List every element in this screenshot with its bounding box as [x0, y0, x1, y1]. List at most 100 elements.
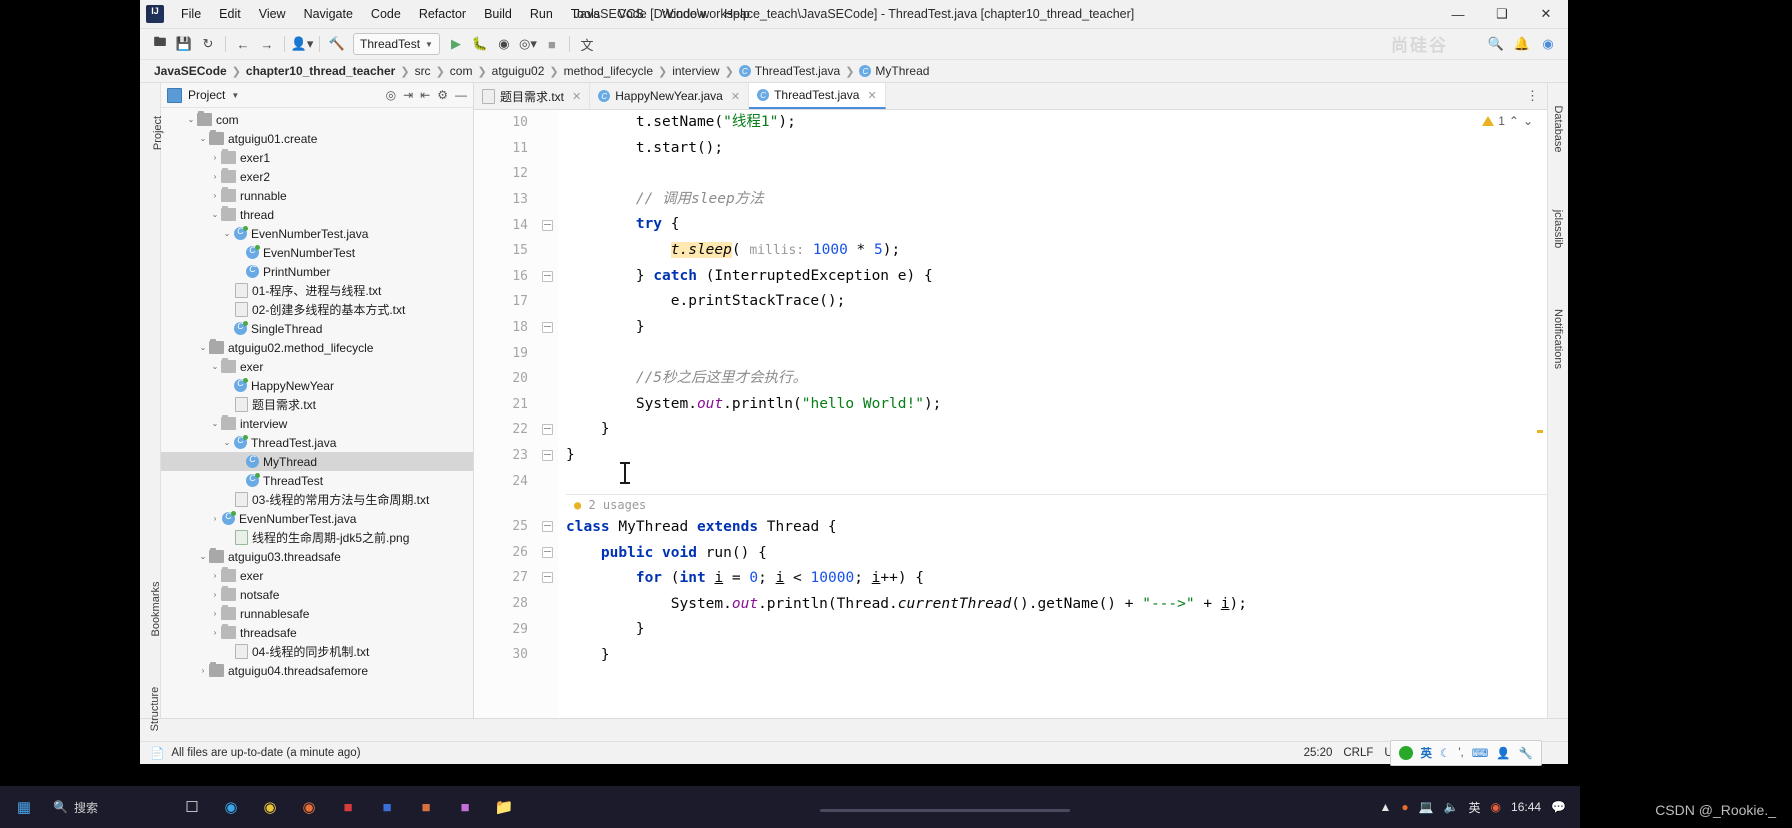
windows-start-icon[interactable]: ▦ [6, 789, 42, 825]
code-text[interactable]: t.setName("线程1"); t.start(); // 调用sleep方… [558, 110, 1547, 718]
line-number[interactable]: 12 [474, 161, 536, 187]
code-line[interactable]: } catch (InterruptedException e) { [566, 264, 1547, 290]
code-line[interactable] [566, 161, 1547, 187]
task-view-icon[interactable]: ☐ [174, 789, 210, 825]
line-number[interactable]: 15 [474, 238, 536, 264]
line-number[interactable]: 17 [474, 289, 536, 315]
chevron-down-icon[interactable]: ⌄ [197, 343, 209, 352]
fold-toggle-icon[interactable] [536, 212, 558, 238]
close-tab-icon[interactable]: ✕ [867, 89, 876, 102]
chevron-right-icon[interactable]: › [209, 153, 221, 162]
breadcrumb-item-0[interactable]: JavaSECode [150, 64, 231, 78]
arrow-left-icon[interactable]: ← [231, 33, 255, 55]
fold-box[interactable] [541, 521, 553, 533]
stop-icon[interactable]: ■ [540, 33, 564, 55]
tree-item[interactable]: MyThread [161, 452, 473, 471]
chevron-down-icon[interactable]: ⌄ [209, 419, 221, 428]
collapse-all-icon[interactable]: ⇤ [420, 88, 430, 102]
breadcrumb-item-7[interactable]: C ThreadTest.java [735, 64, 844, 78]
code-line[interactable]: } [566, 315, 1547, 341]
chevron-up-icon[interactable]: ⌃ [1509, 114, 1519, 128]
tree-item[interactable]: ⌄ EvenNumberTest.java [161, 224, 473, 243]
code-line[interactable]: } [566, 443, 1547, 469]
menu-help[interactable]: Help [715, 4, 759, 24]
chevron-down-icon[interactable]: ⌄ [209, 210, 221, 219]
folder-icon[interactable]: 📁 [486, 789, 522, 825]
updates-icon[interactable]: ◉ [1536, 33, 1560, 55]
menu-view[interactable]: View [250, 4, 295, 24]
bell-icon[interactable]: 🔔 [1510, 33, 1534, 55]
code-line[interactable]: System.out.println("hello World!"); [566, 392, 1547, 418]
chevron-down-icon[interactable]: ▼ [231, 91, 239, 100]
word-icon[interactable]: ■ [369, 789, 405, 825]
run-configuration-selector[interactable]: ThreadTest ▼ [353, 33, 440, 55]
fold-box[interactable] [541, 424, 553, 436]
menu-code[interactable]: Code [362, 4, 410, 24]
moon-icon[interactable]: ☾ [1440, 746, 1450, 760]
code-line[interactable]: e.printStackTrace(); [566, 289, 1547, 315]
taskbar-search[interactable]: 🔍 搜索 [45, 793, 171, 821]
code-line[interactable]: System.out.println(Thread.currentThread(… [566, 592, 1547, 618]
code-line[interactable] [566, 340, 1547, 366]
tool-button-structure[interactable]: Structure [149, 674, 161, 744]
user-icon[interactable]: 👤 [1496, 746, 1510, 760]
more-options-icon[interactable]: ⋮ [1518, 83, 1547, 109]
ppt-icon[interactable]: ■ [408, 789, 444, 825]
line-separator[interactable]: CRLF [1343, 747, 1373, 759]
chrome-icon[interactable]: ◉ [252, 789, 288, 825]
maximize-button[interactable]: ❑ [1480, 0, 1524, 28]
code-line[interactable]: t.start(); [566, 136, 1547, 162]
line-number[interactable]: 16 [474, 264, 536, 290]
code-line[interactable]: for (int i = 0; i < 10000; i++) { [566, 566, 1547, 592]
menu-window[interactable]: Window [653, 4, 715, 24]
run-icon[interactable]: ▶ [444, 33, 468, 55]
chevron-down-icon[interactable]: ⌄ [221, 438, 233, 447]
keyboard-icon[interactable]: ⌨ [1472, 746, 1489, 760]
fold-toggle-icon[interactable] [536, 417, 558, 443]
chevron-right-icon[interactable]: › [209, 172, 221, 181]
fold-toggle-icon[interactable] [536, 565, 558, 591]
project-tree[interactable]: ⌄ com ⌄ atguigu01.create › exer1 › exer2 › runnab… [161, 108, 473, 718]
fold-toggle-icon[interactable] [536, 540, 558, 566]
code-line[interactable]: try { [566, 212, 1547, 238]
fold-box[interactable] [541, 219, 553, 231]
show-hidden-icons[interactable]: ▲ [1379, 800, 1391, 814]
tree-item[interactable]: EvenNumberTest [161, 243, 473, 262]
tree-item[interactable]: ⌄ thread [161, 205, 473, 224]
fold-toggle-icon[interactable] [536, 514, 558, 540]
close-button[interactable]: ✕ [1524, 0, 1568, 28]
line-number[interactable]: 27 [474, 565, 536, 591]
line-number[interactable]: 21 [474, 392, 536, 418]
arrow-right-icon[interactable]: → [255, 33, 279, 55]
tree-item[interactable]: PrintNumber [161, 262, 473, 281]
tray-ime-label[interactable]: 英 [1469, 799, 1481, 816]
folder-open-icon[interactable]: 🖿 [148, 33, 172, 55]
close-tab-icon[interactable]: ✕ [572, 90, 581, 103]
debug-icon[interactable]: 🐛 [468, 33, 492, 55]
inspection-widget[interactable]: 1 ⌃ ⌄ [1482, 114, 1533, 128]
tree-item[interactable]: SingleThread [161, 319, 473, 338]
tree-item[interactable]: › atguigu04.threadsafemore [161, 661, 473, 680]
tree-item[interactable]: › exer2 [161, 167, 473, 186]
chevron-down-icon[interactable]: ⌄ [1523, 114, 1533, 128]
breadcrumb-item-4[interactable]: atguigu02 [488, 64, 549, 78]
user-settings-icon[interactable]: 👤▾ [290, 33, 314, 55]
code-line[interactable]: class MyThread extends Thread { [566, 515, 1547, 541]
gear-icon[interactable]: ⚙ [437, 88, 448, 102]
chevron-right-icon[interactable]: › [209, 628, 221, 637]
fold-toggle-icon[interactable] [536, 264, 558, 290]
tool-button-notifications[interactable]: Notifications [1552, 299, 1564, 379]
chevron-down-icon[interactable]: ⌄ [209, 362, 221, 371]
tree-item[interactable]: ⌄ com [161, 110, 473, 129]
tree-item[interactable]: ⌄ interview [161, 414, 473, 433]
lightbulb-icon[interactable]: ● [574, 498, 581, 512]
code-viewport[interactable]: 1 ⌃ ⌄ 10 11 12 13 14 15 16 17 18 19 20 21 22 23 24 25 26… [474, 110, 1547, 718]
chevron-right-icon[interactable]: › [197, 666, 209, 675]
sogou-icon[interactable] [1398, 746, 1413, 760]
line-number[interactable]: 25 [474, 514, 536, 540]
ime-floating-bar[interactable]: 英 ☾ ', ⌨ 👤 🔧 [1389, 740, 1542, 766]
breadcrumb-item-5[interactable]: method_lifecycle [560, 64, 657, 78]
chevron-right-icon[interactable]: › [209, 590, 221, 599]
refresh-icon[interactable]: ↻ [196, 33, 220, 55]
search-icon[interactable]: 🔍 [1484, 33, 1508, 55]
